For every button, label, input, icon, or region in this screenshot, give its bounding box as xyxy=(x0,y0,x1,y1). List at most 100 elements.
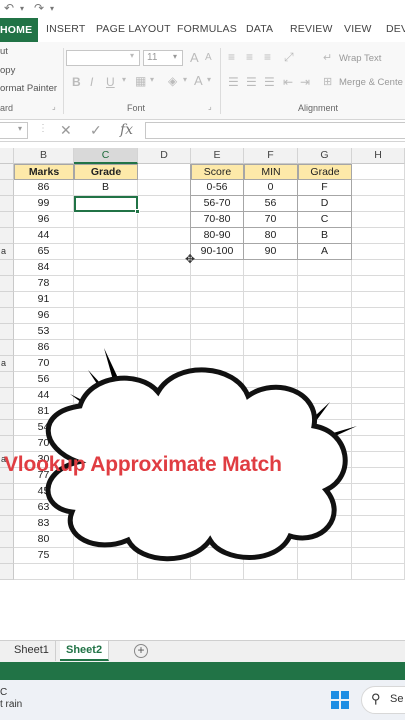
lookup-cell[interactable]: 0-56 xyxy=(191,180,244,196)
borders-icon[interactable]: ▦ xyxy=(135,74,146,88)
cancel-icon[interactable]: ✕ xyxy=(60,122,72,139)
marks-cell[interactable]: 96 xyxy=(14,212,74,228)
grid-cell[interactable] xyxy=(352,196,405,212)
align-top-icon[interactable]: ≡ xyxy=(228,50,235,64)
chevron-down-icon[interactable]: ▾ xyxy=(207,75,211,84)
align-bottom-icon[interactable]: ≡ xyxy=(264,50,271,64)
grid-cell[interactable] xyxy=(138,276,191,292)
tab-data[interactable]: DATA xyxy=(246,23,273,35)
dialog-launcher-icon[interactable]: ⌟ xyxy=(52,102,56,111)
column-header-f[interactable]: F xyxy=(244,148,298,164)
grid-cell[interactable] xyxy=(138,308,191,324)
lookup-cell[interactable]: 70-80 xyxy=(191,212,244,228)
tab-formulas[interactable]: FORMULAS xyxy=(177,23,237,35)
chevron-down-icon[interactable]: ▾ xyxy=(130,51,134,60)
lookup-cell[interactable]: C xyxy=(298,212,352,228)
grid-cell[interactable] xyxy=(244,276,298,292)
grid-cell[interactable] xyxy=(352,228,405,244)
grid-cell[interactable] xyxy=(138,324,191,340)
grid-cell[interactable] xyxy=(352,180,405,196)
orientation-icon[interactable]: ⤢ xyxy=(284,50,294,65)
insert-function-button[interactable]: fx xyxy=(120,122,133,138)
grid-cell[interactable] xyxy=(138,292,191,308)
grid-cell[interactable] xyxy=(298,260,352,276)
lookup-cell[interactable]: 70 xyxy=(244,212,298,228)
grid-cell[interactable] xyxy=(352,292,405,308)
decrease-indent-icon[interactable]: ⇤ xyxy=(283,75,293,89)
align-center-icon[interactable]: ☰ xyxy=(246,75,257,89)
column-header-e[interactable]: E xyxy=(191,148,244,164)
lookup-cell[interactable]: B xyxy=(298,228,352,244)
lookup-cell[interactable]: 90 xyxy=(244,244,298,260)
chevron-down-icon[interactable]: ▾ xyxy=(173,52,177,61)
increase-indent-icon[interactable]: ⇥ xyxy=(300,75,310,89)
formula-input[interactable] xyxy=(145,122,405,139)
grid-cell[interactable] xyxy=(244,292,298,308)
grid-cell[interactable] xyxy=(352,308,405,324)
weather-widget[interactable]: C t rain xyxy=(0,687,22,711)
marks-cell[interactable]: 78 xyxy=(14,276,74,292)
tab-review[interactable]: REVIEW xyxy=(290,23,333,35)
cut-button[interactable]: ut xyxy=(0,46,8,57)
marks-cell[interactable]: 65 xyxy=(14,244,74,260)
row-header[interactable] xyxy=(0,180,14,196)
column-header-g[interactable]: G xyxy=(298,148,352,164)
font-name-box[interactable] xyxy=(66,50,140,66)
wrap-text-button[interactable]: Wrap Text xyxy=(339,53,381,64)
lookup-cell[interactable]: A xyxy=(298,244,352,260)
lookup-cell[interactable]: D xyxy=(298,196,352,212)
chevron-down-icon[interactable]: ▾ xyxy=(122,75,126,84)
tab-developer[interactable]: DEV xyxy=(386,23,405,35)
decrease-font-icon[interactable]: A xyxy=(205,52,212,63)
marks-cell[interactable]: 91 xyxy=(14,292,74,308)
copy-button[interactable]: opy xyxy=(0,65,15,76)
grid-cell[interactable] xyxy=(191,260,244,276)
marks-cell[interactable]: 44 xyxy=(14,228,74,244)
merge-center-button[interactable]: Merge & Cente xyxy=(339,77,403,88)
font-color-icon[interactable]: A xyxy=(194,73,203,88)
grid-cell[interactable] xyxy=(352,260,405,276)
drag-handle-icon[interactable]: ⋮ xyxy=(38,123,48,134)
row-header[interactable] xyxy=(0,260,14,276)
align-middle-icon[interactable]: ≡ xyxy=(246,50,253,64)
grid-cell[interactable] xyxy=(74,228,138,244)
grid-cell[interactable] xyxy=(352,212,405,228)
undo-icon[interactable]: ↶ xyxy=(4,1,14,15)
grid-cell[interactable] xyxy=(138,244,191,260)
row-header[interactable] xyxy=(0,308,14,324)
grid-cell[interactable] xyxy=(191,324,244,340)
grid-cell[interactable] xyxy=(298,324,352,340)
row-header[interactable] xyxy=(0,212,14,228)
sheet-tab-sheet2[interactable]: Sheet2 xyxy=(60,641,110,661)
row-header[interactable] xyxy=(0,276,14,292)
row-header[interactable] xyxy=(0,228,14,244)
marks-cell[interactable]: 84 xyxy=(14,260,74,276)
column-header-b[interactable]: B xyxy=(14,148,74,164)
font-size-box[interactable]: 11 ▾ xyxy=(143,50,183,66)
grid-cell[interactable] xyxy=(191,292,244,308)
underline-icon[interactable]: U xyxy=(106,75,115,89)
grid-cell[interactable] xyxy=(74,244,138,260)
marks-cell[interactable]: 53 xyxy=(14,324,74,340)
chevron-down-icon[interactable]: ▾ xyxy=(150,75,154,84)
grid-cell[interactable] xyxy=(191,308,244,324)
column-header-h[interactable]: H xyxy=(352,148,405,164)
lookup-cell[interactable]: 56 xyxy=(244,196,298,212)
grid-cell[interactable] xyxy=(138,228,191,244)
marks-cell[interactable]: 96 xyxy=(14,308,74,324)
row-header[interactable] xyxy=(0,164,14,180)
select-all-corner[interactable] xyxy=(0,148,14,164)
italic-icon[interactable]: I xyxy=(90,75,93,89)
active-cell[interactable] xyxy=(74,196,138,212)
tab-page-layout[interactable]: PAGE LAYOUT xyxy=(96,23,171,35)
align-left-icon[interactable]: ☰ xyxy=(228,75,239,89)
grid-cell[interactable] xyxy=(74,212,138,228)
name-box[interactable] xyxy=(0,122,28,139)
grid-cell[interactable] xyxy=(352,324,405,340)
grid-cell[interactable] xyxy=(74,276,138,292)
row-header[interactable] xyxy=(0,196,14,212)
grid-cell[interactable] xyxy=(298,276,352,292)
enter-icon[interactable]: ✓ xyxy=(90,122,102,139)
grid-cell[interactable] xyxy=(244,324,298,340)
chevron-down-icon[interactable]: ▾ xyxy=(18,124,22,133)
